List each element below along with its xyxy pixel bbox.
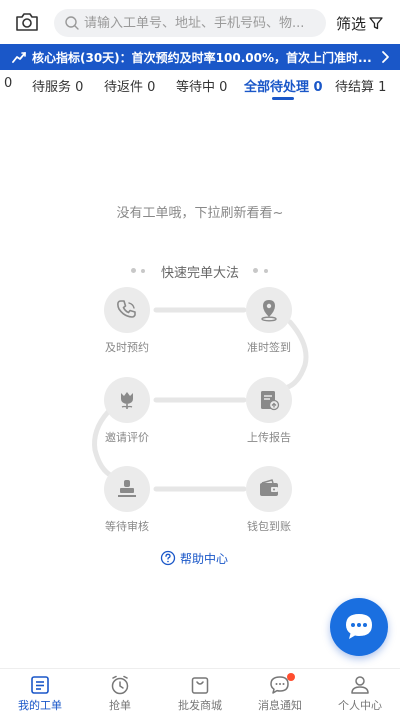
nav-label: 我的工单 [18, 699, 62, 711]
tab-partial[interactable]: 0 [4, 76, 12, 91]
guide-title: 快速完单大法 [160, 266, 239, 281]
work-order-icon [29, 675, 51, 695]
nav-label: 抢单 [109, 699, 131, 711]
step-invite-review: 邀请评价 [87, 377, 167, 445]
active-tab-indicator [272, 97, 294, 100]
step-upload-report: 上传报告 [229, 377, 309, 445]
search-box[interactable] [54, 9, 326, 37]
question-circle-icon [160, 550, 176, 566]
phone-icon [104, 287, 150, 333]
tab-pending-return[interactable]: 待返件 0 [104, 76, 155, 95]
search-icon [64, 15, 80, 31]
core-metrics-banner[interactable]: 核心指标(30天)：首次预约及时率100.00%，首次上门准时... [0, 44, 400, 70]
upload-report-icon [246, 377, 292, 423]
top-bar: 筛选 [0, 0, 400, 44]
tab-all-pending[interactable]: 全部待处理 0 [244, 76, 323, 95]
step-timely-appointment: 及时预约 [87, 287, 167, 355]
alarm-clock-icon [109, 675, 131, 695]
step-label: 钱包到账 [247, 520, 291, 533]
nav-messages[interactable]: 消息通知 [240, 673, 320, 711]
nav-label: 批发商城 [178, 699, 222, 711]
step-wallet-credited: 钱包到账 [229, 466, 309, 534]
step-label: 及时预约 [105, 341, 149, 354]
step-on-time-checkin: 准时签到 [229, 287, 309, 355]
help-center-link[interactable]: 帮助中心 [160, 549, 228, 567]
filter-button[interactable]: 筛选 [336, 12, 383, 34]
notification-badge [287, 673, 295, 681]
step-await-approval: 等待审核 [87, 466, 167, 534]
nav-my-work-orders[interactable]: 我的工单 [0, 675, 80, 711]
message-icon [269, 673, 295, 695]
banner-text: 核心指标(30天)：首次预约及时率100.00%，首次上门准时... [32, 51, 372, 65]
tab-waiting[interactable]: 等待中 0 [176, 76, 227, 95]
empty-state-message: 没有工单哦，下拉刷新看看~ [116, 206, 284, 221]
camera-icon[interactable] [14, 10, 40, 34]
nav-label: 个人中心 [338, 699, 382, 711]
step-label: 上传报告 [247, 431, 291, 444]
stamp-icon [104, 466, 150, 512]
filter-label: 筛选 [336, 14, 367, 33]
nav-label: 消息通知 [258, 699, 302, 711]
search-input[interactable] [84, 13, 320, 33]
location-pin-icon [246, 287, 292, 333]
nav-personal-center[interactable]: 个人中心 [320, 675, 400, 711]
user-icon [349, 675, 371, 695]
chat-support-button[interactable] [330, 598, 388, 656]
decorative-dot [264, 269, 268, 273]
decorative-dot [253, 268, 258, 273]
wallet-icon [246, 466, 292, 512]
step-label: 准时签到 [247, 341, 291, 354]
tab-pending-service[interactable]: 待服务 0 [32, 76, 83, 95]
step-label: 邀请评价 [105, 431, 149, 444]
chevron-right-icon [380, 50, 390, 69]
nav-wholesale-mall[interactable]: 批发商城 [160, 675, 240, 711]
filter-funnel-icon [369, 17, 383, 30]
flower-icon [104, 377, 150, 423]
help-center-label: 帮助中心 [180, 551, 229, 566]
nav-grab-orders[interactable]: 抢单 [80, 675, 160, 711]
flow-connector-lines [92, 307, 309, 492]
shopping-bag-icon [189, 675, 211, 695]
bottom-navigation: 我的工单 抢单 批发商城 消息通知 个人中心 [0, 668, 400, 711]
step-label: 等待审核 [105, 520, 149, 533]
tab-pending-settlement[interactable]: 待结算 1 [335, 76, 386, 95]
chat-bubble-icon [346, 614, 372, 639]
trend-chart-icon [12, 50, 26, 69]
status-tabs: 0 待服务 0 待返件 0 等待中 0 全部待处理 0 待结算 1 [0, 70, 400, 100]
